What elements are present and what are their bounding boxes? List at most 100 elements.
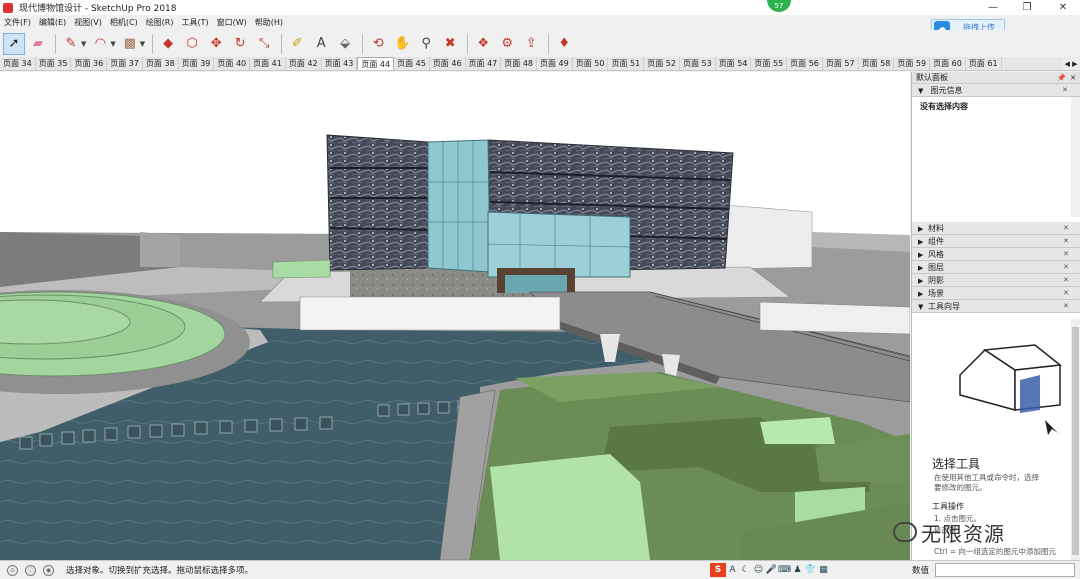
tray-panel-header[interactable]: ▶ 图层 ✕ <box>912 261 1080 274</box>
scene-tab[interactable]: 页面 54 <box>716 57 752 70</box>
tray-panel-header[interactable]: ▶ 组件 ✕ <box>912 235 1080 248</box>
scene-tab[interactable]: 页面 34 <box>0 57 36 70</box>
tray-panel-header[interactable]: ▶ 场景 ✕ <box>912 287 1080 300</box>
sogou-ime-logo[interactable]: S <box>710 563 726 577</box>
ime-tool-icon[interactable]: A <box>726 563 739 577</box>
panel-close-icon[interactable]: ✕ <box>1063 300 1069 313</box>
ime-tool-icon[interactable]: ☾ <box>739 563 752 577</box>
scene-tab[interactable]: 页面 35 <box>36 57 72 70</box>
scene-tab[interactable]: 页面 61 <box>966 57 1002 70</box>
scene-tab[interactable]: 页面 38 <box>143 57 179 70</box>
menu-item[interactable]: 相机(C) <box>106 17 142 28</box>
model-viewport[interactable] <box>0 72 910 560</box>
scene-tab[interactable]: 页面 60 <box>930 57 966 70</box>
panel-close-icon[interactable]: ✕ <box>1063 287 1069 300</box>
ruby-tool-button[interactable]: ♦ <box>553 33 575 55</box>
zoom-extents-tool-button[interactable]: ✖ <box>439 33 461 55</box>
credits-icon[interactable]: ⓘ <box>25 564 36 576</box>
entity-info-content: 没有选择内容 <box>920 102 968 111</box>
ime-tool-icon[interactable]: ♟ <box>791 563 804 577</box>
dropdown-arrow-icon[interactable]: ▼ <box>81 40 86 48</box>
pan-tool-button[interactable]: ✋ <box>391 33 413 55</box>
scene-tab[interactable]: 页面 53 <box>680 57 716 70</box>
text-tool-button[interactable]: A <box>310 33 332 55</box>
entity-info-scrollbar[interactable] <box>1071 97 1080 217</box>
user-icon[interactable]: ◉ <box>43 564 54 576</box>
select-tool-button[interactable]: ➚ <box>3 32 25 55</box>
menu-item[interactable]: 工具(T) <box>178 17 213 28</box>
panel-close-icon[interactable]: ✕ <box>1063 248 1069 261</box>
scene-tab[interactable]: 页面 42 <box>286 57 322 70</box>
minimize-button[interactable]: — <box>976 0 1010 15</box>
offset-tool-button[interactable]: ⬡ <box>181 33 203 55</box>
menu-item[interactable]: 绘图(R) <box>142 17 178 28</box>
scrollbar-thumb[interactable] <box>1072 327 1079 555</box>
ime-tool-icon[interactable]: ⌨ <box>778 563 791 577</box>
panel-close-icon[interactable]: ✕ <box>1063 261 1069 274</box>
dropdown-arrow-icon[interactable]: ▼ <box>110 40 115 48</box>
orbit-tool-button[interactable]: ⟲ <box>367 33 389 55</box>
panel-close-icon[interactable]: ✕ <box>1063 222 1069 235</box>
pin-icon[interactable]: 📌 <box>1057 72 1066 84</box>
line-tool-button[interactable]: ✎ <box>60 33 82 55</box>
ime-tool-icon[interactable]: ▦ <box>817 563 830 577</box>
measurement-box[interactable] <box>935 563 1075 577</box>
arc-tool-button[interactable]: ◠ <box>89 33 111 55</box>
zoom-tool-button[interactable]: ⚲ <box>415 33 437 55</box>
scene-tab[interactable]: 页面 55 <box>751 57 788 70</box>
scene-tab[interactable]: 页面 39 <box>179 57 215 70</box>
panel-close-icon[interactable]: ✕ <box>1063 235 1069 248</box>
tray-panel-header[interactable]: ▶ 材料 ✕ <box>912 222 1080 235</box>
scene-tab[interactable]: 页面 46 <box>430 57 466 70</box>
scene-tab[interactable]: 页面 56 <box>787 57 823 70</box>
eraser-tool-button[interactable]: ▰ <box>27 33 49 55</box>
scene-tab[interactable]: 页面 36 <box>71 57 108 70</box>
menu-item[interactable]: 帮助(H) <box>251 17 287 28</box>
scene-tab[interactable]: 页面 52 <box>644 57 680 70</box>
scene-tab[interactable]: 页面 40 <box>214 57 251 70</box>
entity-info-header[interactable]: ▼ 图元信息 ✕ <box>912 84 1080 97</box>
geolocation-icon[interactable]: ⊙ <box>7 564 18 576</box>
share-model-tool-button[interactable]: ⇪ <box>520 33 542 55</box>
rotate-tool-button[interactable]: ↻ <box>229 33 251 55</box>
scene-tab-scroll-arrows[interactable]: ◀ ▶ <box>1062 57 1080 70</box>
instructor-scrollbar[interactable] <box>1071 319 1080 560</box>
scene-tab[interactable]: 页面 47 <box>466 57 502 70</box>
scene-tab[interactable]: 页面 45 <box>394 57 430 70</box>
paint-bucket-tool-button[interactable]: ⬙ <box>334 33 356 55</box>
scene-tab[interactable]: 页面 43 <box>322 57 358 70</box>
tray-panel-header[interactable]: ▶ 风格 ✕ <box>912 248 1080 261</box>
shape-tool-button[interactable]: ▩ <box>119 33 141 55</box>
menu-item[interactable]: 视图(V) <box>70 17 106 28</box>
scene-tab[interactable]: 页面 50 <box>573 57 609 70</box>
scene-tab[interactable]: 页面 48 <box>501 57 538 70</box>
scene-tab[interactable]: 页面 58 <box>859 57 895 70</box>
warehouse-tool-button[interactable]: ❖ <box>472 33 494 55</box>
panel-close-icon[interactable]: ✕ <box>1062 84 1068 97</box>
dropdown-arrow-icon[interactable]: ▼ <box>140 40 145 48</box>
restore-button[interactable]: ❐ <box>1010 0 1044 15</box>
menu-item[interactable]: 文件(F) <box>0 17 35 28</box>
tray-panel-header[interactable]: ▼ 工具向导 ✕ <box>912 300 1080 313</box>
menu-item[interactable]: 窗口(W) <box>213 17 251 28</box>
tray-panel-header[interactable]: ▶ 阴影 ✕ <box>912 274 1080 287</box>
scale-tool-button[interactable]: ⤡ <box>253 33 275 55</box>
push-pull-tool-button[interactable]: ◆ <box>157 33 179 55</box>
scene-tab[interactable]: 页面 59 <box>894 57 931 70</box>
close-button[interactable]: ✕ <box>1046 0 1080 15</box>
extension-warehouse-tool-button[interactable]: ⚙ <box>496 33 518 55</box>
scene-tab[interactable]: 页面 49 <box>537 57 573 70</box>
scene-tab[interactable]: 页面 41 <box>250 57 286 70</box>
ime-tool-icon[interactable]: 👕 <box>804 563 817 577</box>
scene-tab[interactable]: 页面 44 <box>357 57 395 70</box>
ime-tool-icon[interactable]: 🎤 <box>765 563 778 577</box>
menu-item[interactable]: 编辑(E) <box>35 17 70 28</box>
tray-close-icon[interactable]: ✕ <box>1070 72 1076 84</box>
move-tool-button[interactable]: ✥ <box>205 33 227 55</box>
tape-measure-tool-button[interactable]: ✐ <box>286 33 308 55</box>
ime-tool-icon[interactable]: ☺ <box>752 563 765 577</box>
scene-tab[interactable]: 页面 37 <box>107 57 143 70</box>
scene-tab[interactable]: 页面 57 <box>823 57 859 70</box>
panel-close-icon[interactable]: ✕ <box>1063 274 1069 287</box>
scene-tab[interactable]: 页面 51 <box>608 57 645 70</box>
